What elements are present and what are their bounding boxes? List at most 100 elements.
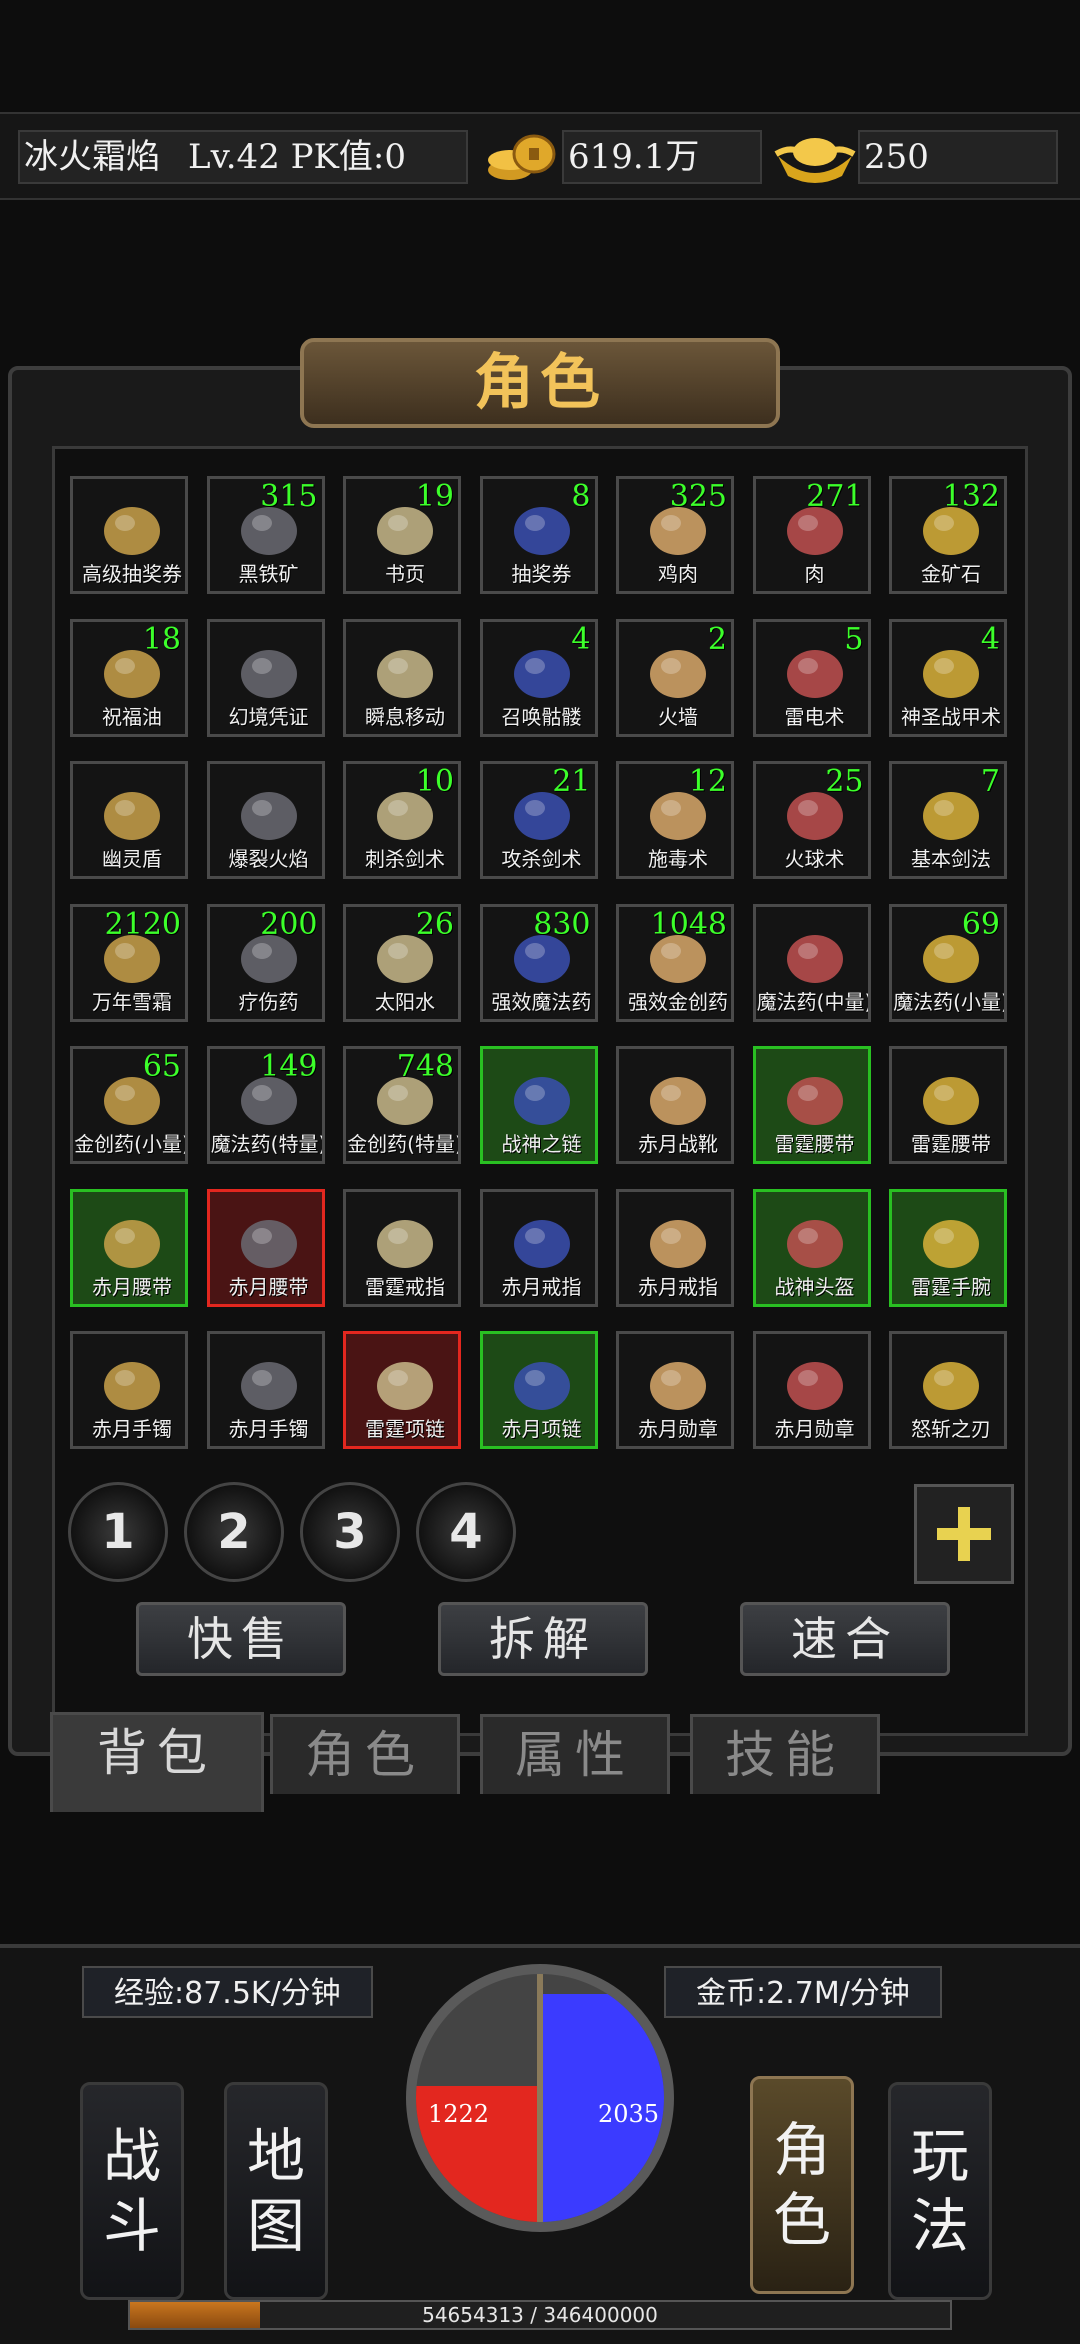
tab-skills[interactable]: 技能 — [690, 1714, 880, 1794]
inventory-slot[interactable]: 65 金创药(小量) — [70, 1046, 188, 1164]
page-button-3[interactable]: 3 — [300, 1482, 400, 1582]
inventory-slot[interactable]: 赤月戒指 — [616, 1188, 734, 1307]
inventory-slot[interactable]: 赤月手镯 — [70, 1331, 188, 1449]
inventory-slot[interactable]: 怒斩之刃 — [889, 1331, 1007, 1449]
inventory-slot[interactable]: 赤月戒指 — [479, 1188, 598, 1307]
inventory-slot[interactable]: 69 魔法药(小量) — [889, 903, 1007, 1022]
nav-role-button[interactable]: 角 色 — [750, 2076, 854, 2294]
item-icon — [914, 1063, 988, 1131]
item-icon — [368, 636, 442, 704]
ingot-amount: 250 — [864, 137, 929, 177]
inventory-slot[interactable]: 1048 强效金创药 — [616, 903, 734, 1022]
item-count: 5 — [844, 621, 864, 657]
inventory-slot[interactable]: 10 刺杀剑术 — [343, 761, 461, 879]
item-name: 赤月手镯 — [92, 1417, 172, 1441]
inventory-slot[interactable]: 26 太阳水 — [343, 903, 461, 1022]
inventory-slot[interactable]: 7 基本剑法 — [889, 761, 1007, 879]
item-name: 肉 — [804, 562, 825, 586]
inventory-slot[interactable]: 赤月勋章 — [752, 1331, 871, 1449]
add-bag-button[interactable] — [914, 1484, 1014, 1584]
item-icon — [505, 493, 579, 561]
inventory-slot[interactable]: 4 神圣战甲术 — [889, 618, 1007, 737]
inventory-slot[interactable]: 132 金矿石 — [889, 476, 1007, 594]
item-count: 200 — [260, 906, 318, 942]
nav-play-label-2: 法 — [910, 2192, 969, 2260]
item-name: 火墙 — [658, 704, 698, 729]
inventory-slot[interactable]: 5 雷电术 — [752, 618, 871, 737]
merge-button[interactable]: 速合 — [740, 1602, 950, 1676]
inventory-slot[interactable]: 12 施毒术 — [616, 761, 734, 879]
item-name: 爆裂火焰 — [228, 847, 309, 871]
item-count: 149 — [260, 1049, 318, 1084]
nav-map-button[interactable]: 地 图 — [224, 2082, 328, 2300]
item-name: 瞬息移动 — [365, 704, 445, 729]
page-button-1[interactable]: 1 — [68, 1482, 168, 1582]
inventory-slot[interactable]: 25 火球术 — [752, 761, 871, 879]
inventory-slot[interactable]: 高级抽奖券 — [70, 476, 188, 594]
item-name: 金矿石 — [921, 562, 981, 586]
inventory-slot[interactable]: 18 祝福油 — [70, 618, 188, 737]
item-name: 黑铁矿 — [238, 562, 299, 586]
inventory-slot[interactable]: 战神之链 — [479, 1046, 598, 1164]
item-icon — [368, 1206, 442, 1274]
gold-amount: 619.1万 — [568, 137, 700, 177]
nav-role-label-1: 角 — [772, 2116, 831, 2184]
inventory-slot[interactable]: 赤月腰带 — [206, 1188, 325, 1307]
inventory-slot[interactable]: 雷霆手腕 — [889, 1188, 1007, 1307]
inventory-slot[interactable]: 雷霆腰带 — [752, 1046, 871, 1164]
item-icon — [641, 1206, 715, 1274]
inventory-slot[interactable]: 爆裂火焰 — [206, 761, 325, 879]
item-count: 271 — [806, 479, 864, 514]
panel-title: 角色 — [474, 348, 606, 418]
inventory-slot[interactable]: 315 黑铁矿 — [206, 476, 325, 594]
inventory-slot[interactable]: 魔法药(中量) — [752, 903, 871, 1022]
nav-play-button[interactable]: 玩 法 — [888, 2082, 992, 2300]
inventory-slot[interactable]: 战神头盔 — [752, 1188, 871, 1307]
item-icon — [914, 778, 988, 846]
inventory-slot[interactable]: 瞬息移动 — [343, 618, 461, 737]
item-count: 8 — [571, 479, 591, 514]
player-name: 冰火霜焰 — [24, 137, 160, 177]
item-name: 雷霆腰带 — [911, 1132, 991, 1156]
item-name: 赤月手镯 — [228, 1417, 309, 1441]
item-name: 雷霆戒指 — [365, 1274, 445, 1299]
inventory-slot[interactable]: 赤月项链 — [479, 1331, 598, 1449]
inventory-slot[interactable]: 19 书页 — [343, 476, 461, 594]
item-name: 火球术 — [784, 847, 845, 871]
inventory-slot[interactable]: 幻境凭证 — [206, 618, 325, 737]
item-count: 18 — [142, 621, 181, 657]
page-button-2[interactable]: 2 — [184, 1482, 284, 1582]
dismantle-button[interactable]: 拆解 — [438, 1602, 648, 1676]
hp-mp-orb — [406, 1964, 674, 2232]
tab-role[interactable]: 角色 — [270, 1714, 460, 1794]
inventory-slot[interactable]: 雷霆戒指 — [343, 1188, 461, 1307]
item-name: 赤月腰带 — [92, 1274, 172, 1299]
inventory-slot[interactable]: 雷霆项链 — [343, 1331, 461, 1449]
inventory-slot[interactable]: 200 疗伤药 — [206, 903, 325, 1022]
plus-icon — [937, 1507, 991, 1561]
nav-fight-button[interactable]: 战 斗 — [80, 2082, 184, 2300]
inventory-slot[interactable]: 赤月勋章 — [616, 1331, 734, 1449]
inventory-slot[interactable]: 雷霆腰带 — [889, 1046, 1007, 1164]
item-count: 12 — [688, 764, 727, 799]
inventory-slot[interactable]: 325 鸡肉 — [616, 476, 734, 594]
inventory-slot[interactable]: 21 攻杀剑术 — [479, 761, 598, 879]
inventory-slot[interactable]: 8 抽奖券 — [479, 476, 598, 594]
inventory-slot[interactable]: 748 金创药(特量) — [343, 1046, 461, 1164]
tab-attributes[interactable]: 属性 — [480, 1714, 670, 1794]
inventory-slot[interactable]: 830 强效魔法药 — [479, 903, 598, 1022]
inventory-slot[interactable]: 4 召唤骷髅 — [479, 618, 598, 737]
item-name: 魔法药(特量) — [210, 1132, 325, 1156]
inventory-slot[interactable]: 149 魔法药(特量) — [206, 1046, 325, 1164]
item-icon — [232, 1206, 306, 1274]
tab-bag[interactable]: 背包 — [50, 1712, 264, 1812]
inventory-slot[interactable]: 2 火墙 — [616, 618, 734, 737]
inventory-slot[interactable]: 赤月腰带 — [70, 1188, 188, 1307]
page-button-4[interactable]: 4 — [416, 1482, 516, 1582]
inventory-slot[interactable]: 赤月手镯 — [206, 1331, 325, 1449]
inventory-slot[interactable]: 幽灵盾 — [70, 761, 188, 879]
inventory-slot[interactable]: 271 肉 — [752, 476, 871, 594]
inventory-slot[interactable]: 赤月战靴 — [616, 1046, 734, 1164]
inventory-slot[interactable]: 2120 万年雪霜 — [70, 903, 188, 1022]
quick-sell-button[interactable]: 快售 — [136, 1602, 346, 1676]
